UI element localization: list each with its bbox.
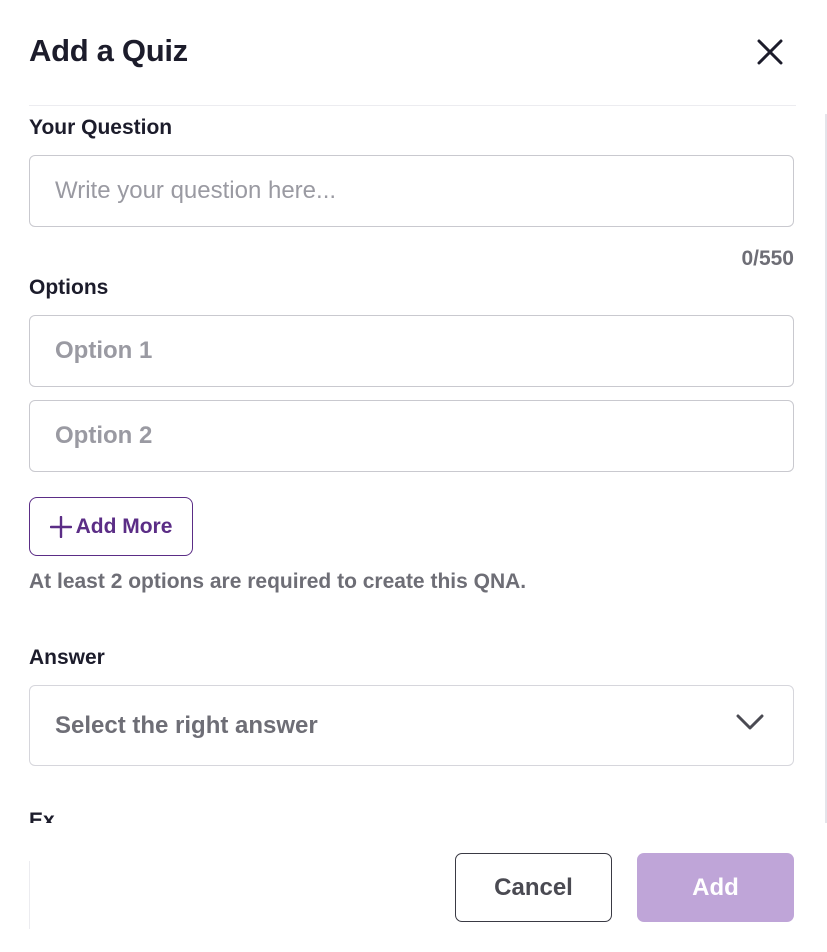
option-1-input[interactable] xyxy=(30,316,793,386)
options-hint: At least 2 options are required to creat… xyxy=(29,570,527,593)
add-more-label: Add More xyxy=(75,514,173,538)
footer-divider xyxy=(29,861,30,929)
add-more-button[interactable]: Add More xyxy=(29,497,193,556)
plus-icon xyxy=(49,515,72,538)
chevron-down-icon xyxy=(736,714,764,730)
dialog-body[interactable]: Your Question 0/550 Options Add More At … xyxy=(0,107,827,823)
next-section-label: Ex xyxy=(29,809,55,823)
cancel-button[interactable]: Cancel xyxy=(455,853,612,922)
question-field-wrapper xyxy=(29,155,794,227)
answer-label: Answer xyxy=(29,646,105,669)
answer-select[interactable]: Select the right answer xyxy=(29,685,794,766)
option-2-field-wrapper xyxy=(29,400,794,472)
close-icon xyxy=(757,39,783,65)
option-1-field-wrapper xyxy=(29,315,794,387)
dialog-footer: Cancel Add xyxy=(0,823,827,952)
options-label: Options xyxy=(29,276,109,299)
question-char-counter: 0/550 xyxy=(741,247,794,270)
question-label: Your Question xyxy=(29,116,173,139)
option-2-input[interactable] xyxy=(30,401,793,471)
add-button[interactable]: Add xyxy=(637,853,794,922)
answer-select-value: Select the right answer xyxy=(55,712,318,739)
dialog-title: Add a Quiz xyxy=(29,33,188,68)
add-quiz-dialog: Add a Quiz Your Question 0/550 Options A… xyxy=(0,0,827,952)
dialog-header: Add a Quiz xyxy=(29,0,796,106)
question-input[interactable] xyxy=(30,156,793,226)
close-button[interactable] xyxy=(755,37,785,67)
